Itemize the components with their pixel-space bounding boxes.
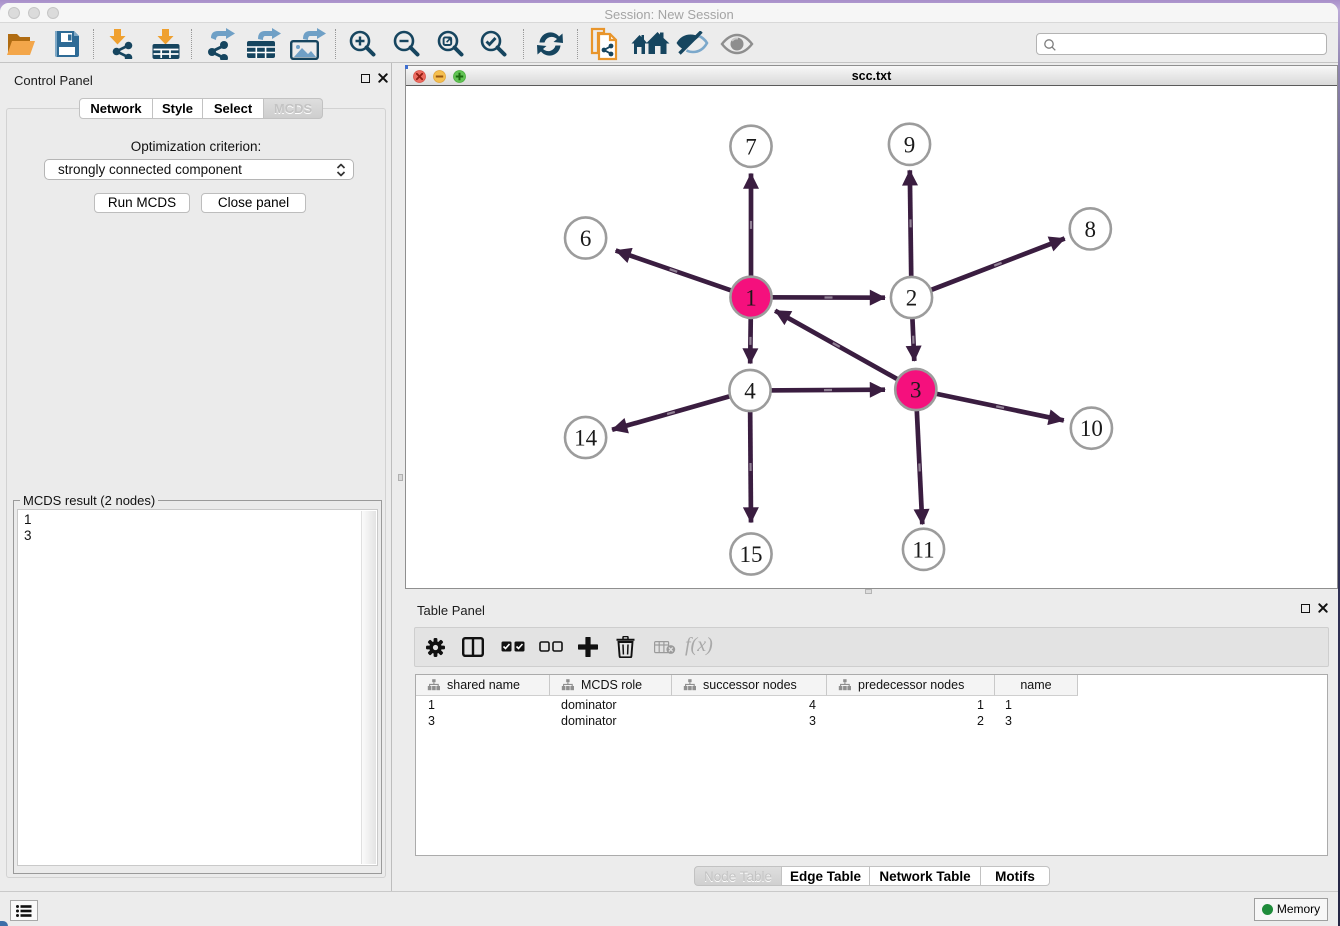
svg-text:6: 6 <box>580 226 592 251</box>
svg-text:10: 10 <box>1080 416 1103 441</box>
svg-text:11: 11 <box>912 537 934 562</box>
svg-text:7: 7 <box>745 134 757 159</box>
svg-text:15: 15 <box>740 542 763 567</box>
svg-text:8: 8 <box>1085 217 1097 242</box>
svg-text:3: 3 <box>910 378 922 403</box>
svg-text:4: 4 <box>744 379 756 404</box>
svg-text:9: 9 <box>904 132 916 157</box>
svg-text:14: 14 <box>574 426 598 451</box>
svg-text:2: 2 <box>906 286 918 311</box>
svg-text:1: 1 <box>745 285 757 310</box>
